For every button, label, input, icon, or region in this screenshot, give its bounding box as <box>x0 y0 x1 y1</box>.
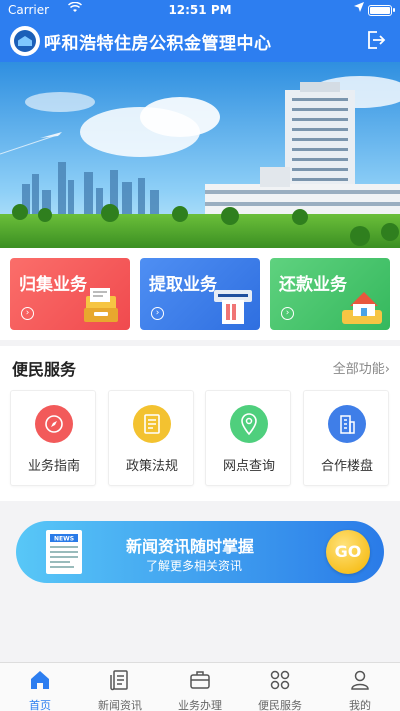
business-card-collection[interactable]: 归集业务 › <box>10 258 130 330</box>
news-icon <box>110 670 128 691</box>
location-pin-icon <box>230 405 268 443</box>
tab-label: 新闻资讯 <box>98 699 142 711</box>
news-banner-subtitle: 了解更多相关资讯 <box>146 559 243 573</box>
tab-business[interactable]: 业务办理 <box>160 663 240 711</box>
business-card-label: 提取业务 <box>149 275 217 295</box>
newspaper-label: NEWS <box>54 536 74 543</box>
arrow-right-icon: › <box>151 307 164 320</box>
page-title: 呼和浩特住房公积金管理中心 <box>44 34 272 54</box>
news-banner-title: 新闻资讯随时掌握 <box>126 537 255 556</box>
app-logo <box>10 26 40 56</box>
briefcase-icon <box>190 671 210 689</box>
service-item-guide[interactable]: 业务指南 <box>10 390 96 486</box>
home-icon <box>31 671 49 689</box>
tab-label: 便民服务 <box>258 699 302 711</box>
business-card-label: 还款业务 <box>279 275 347 295</box>
tab-home[interactable]: 首页 <box>0 663 80 711</box>
battery-icon <box>368 5 395 16</box>
location-arrow-icon <box>354 2 364 15</box>
hero-banner[interactable] <box>0 62 400 248</box>
tab-services[interactable]: 便民服务 <box>240 663 320 711</box>
tab-label: 我的 <box>349 699 371 711</box>
news-banner[interactable]: NEWS 新闻资讯随时掌握 了解更多相关资讯 GO <box>16 521 384 583</box>
tab-bar: 首页 新闻资讯 业务办理 便民服务 我的 <box>0 662 400 711</box>
business-cards: 归集业务 › 提取业务 › 还款业务 › <box>0 248 400 340</box>
section-title: 便民服务 <box>12 360 77 379</box>
app-header: Carrier 12:51 PM 呼和浩特住房公积金管理中心 <box>0 0 400 62</box>
building-icon <box>328 405 366 443</box>
cashbox-icon <box>84 288 118 322</box>
service-item-label: 政策法规 <box>125 459 178 474</box>
all-functions-link[interactable]: 全部功能› <box>333 358 390 377</box>
tab-label: 首页 <box>29 699 51 711</box>
service-item-policy[interactable]: 政策法规 <box>108 390 194 486</box>
exit-icon[interactable] <box>366 30 386 50</box>
document-icon <box>133 405 171 443</box>
compass-icon <box>35 405 73 443</box>
service-item-label: 网点查询 <box>222 459 275 474</box>
all-functions-label: 全部功能 <box>332 362 385 377</box>
chevron-right-icon: › <box>384 362 390 377</box>
newspaper-icon: NEWS <box>46 530 82 574</box>
go-button[interactable]: GO <box>326 530 370 574</box>
service-item-label: 业务指南 <box>27 459 80 474</box>
house-icon <box>342 292 382 324</box>
tab-news[interactable]: 新闻资讯 <box>80 663 160 711</box>
tab-profile[interactable]: 我的 <box>320 663 400 711</box>
business-card-withdraw[interactable]: 提取业务 › <box>140 258 260 330</box>
arrow-right-icon: › <box>281 307 294 320</box>
tab-label: 业务办理 <box>178 699 222 711</box>
arrow-right-icon: › <box>21 307 34 320</box>
business-card-repay[interactable]: 还款业务 › <box>270 258 390 330</box>
convenience-services: 便民服务 全部功能› 业务指南 政策法规 网点查询 合作楼盘 <box>0 346 400 501</box>
clock: 12:51 PM <box>168 3 232 17</box>
atm-card-icon <box>214 290 252 324</box>
status-bar: Carrier 12:51 PM <box>0 0 400 20</box>
person-icon <box>351 670 369 690</box>
service-item-label: 合作楼盘 <box>320 459 373 474</box>
business-card-label: 归集业务 <box>19 275 87 295</box>
service-item-branch[interactable]: 网点查询 <box>205 390 291 486</box>
grid-icon <box>270 670 290 690</box>
service-item-buildings[interactable]: 合作楼盘 <box>303 390 389 486</box>
